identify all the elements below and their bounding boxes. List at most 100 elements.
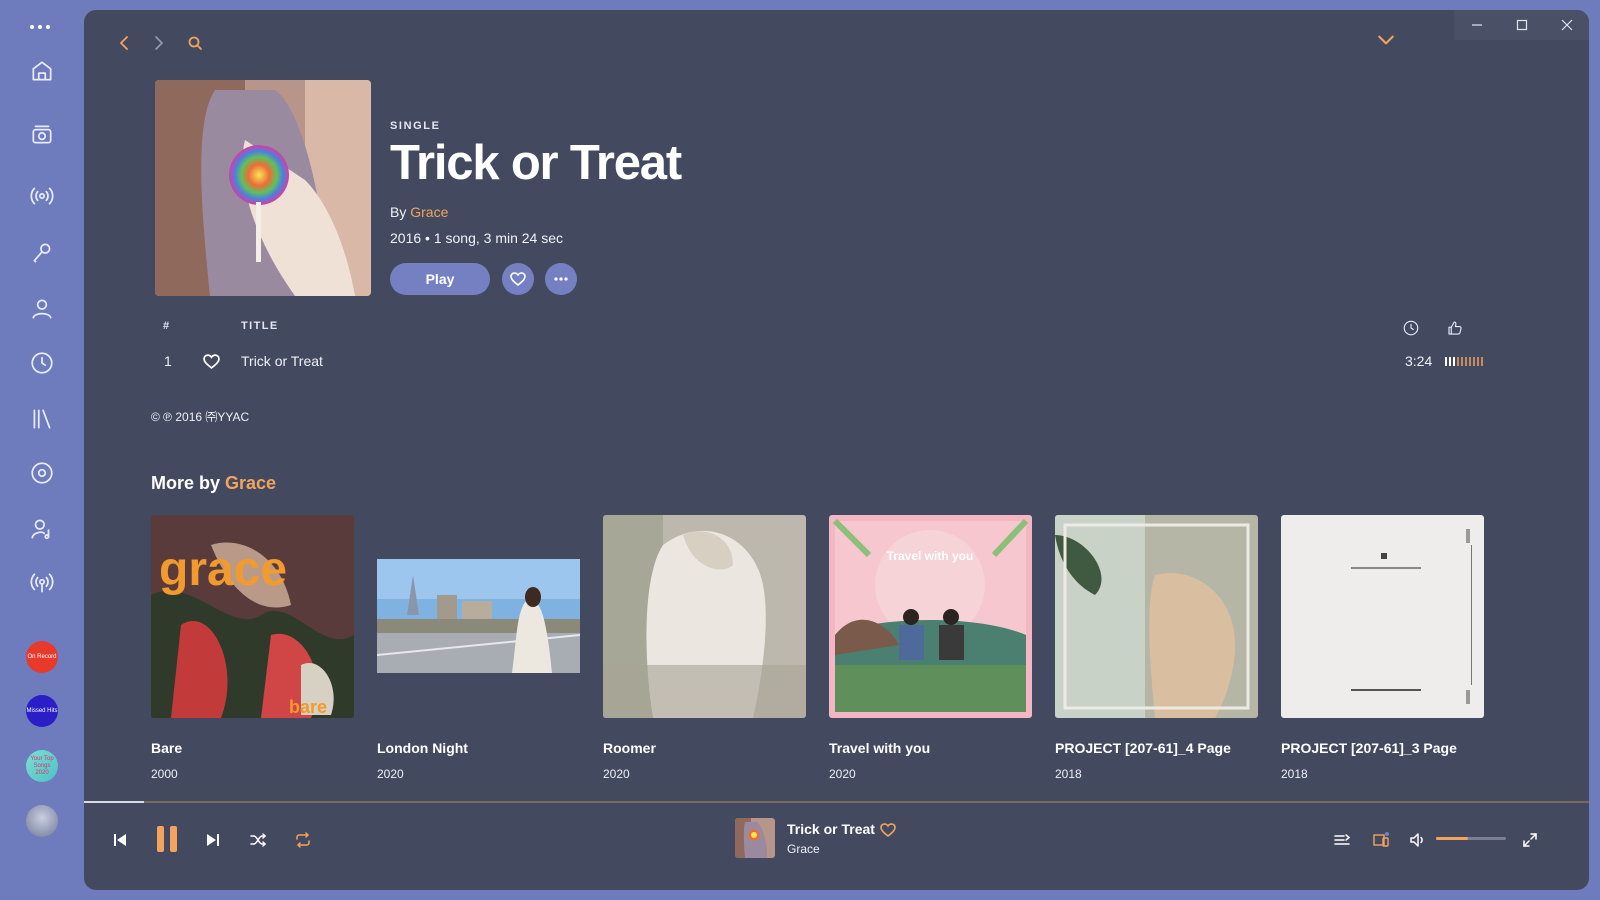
main-window: SINGLE Trick or Treat By Grace 2016 • 1 … [84, 10, 1589, 890]
album-art [377, 515, 580, 718]
header-title: TITLE [241, 320, 279, 332]
library-icon[interactable] [26, 403, 58, 435]
playlist-label: Missed Hits [26, 707, 58, 714]
now-playing-cover[interactable] [735, 818, 775, 858]
album-type: SINGLE [390, 120, 441, 132]
heart-icon [510, 272, 526, 287]
search-icon[interactable] [184, 32, 206, 54]
popularity-bar [1477, 357, 1479, 366]
sidebar-rail: On Record Missed Hits Your Top Songs 202… [0, 0, 84, 900]
popularity-bar [1469, 357, 1471, 366]
playlist-misc[interactable] [26, 805, 58, 837]
next-track-icon[interactable] [197, 824, 229, 856]
more-prefix: More by [151, 473, 221, 493]
chevron-down-icon[interactable] [1374, 28, 1398, 52]
now-playing-title[interactable]: Trick or Treat [787, 821, 875, 837]
now-playing-artist[interactable]: Grace [787, 842, 820, 856]
album-card[interactable]: Roomer 2020 [603, 515, 806, 781]
radio-icon[interactable] [26, 118, 58, 150]
track-title[interactable]: Trick or Treat [241, 353, 323, 369]
progress-elapsed [84, 801, 145, 803]
volume-slider[interactable] [1436, 837, 1506, 840]
more-artist-link[interactable]: Grace [225, 473, 276, 493]
card-year: 2020 [603, 767, 630, 781]
minimize-icon[interactable] [1454, 10, 1499, 40]
track-number: 1 [164, 353, 172, 369]
pause-button[interactable] [152, 818, 182, 860]
queue-icon[interactable] [1326, 824, 1358, 856]
forward-arrow-icon[interactable] [147, 32, 169, 54]
album-meta: SINGLE Trick or Treat By Grace 2016 • 1 … [390, 120, 682, 246]
popularity-bar [1481, 357, 1483, 366]
more-by-heading: More by Grace [151, 473, 276, 494]
microphone-icon[interactable] [26, 237, 58, 269]
popularity-bar [1453, 357, 1455, 366]
popularity-bar [1457, 357, 1459, 366]
heart-icon[interactable] [203, 353, 221, 371]
playlist-on-record[interactable]: On Record [26, 641, 58, 673]
broadcast-icon[interactable] [26, 180, 58, 212]
album-byline: By Grace [390, 204, 681, 220]
repeat-icon[interactable] [287, 824, 319, 856]
clock-icon [1401, 318, 1421, 338]
play-button[interactable]: Play [390, 263, 490, 295]
close-icon[interactable] [1544, 10, 1589, 40]
card-title[interactable]: PROJECT [207-61]_3 Page [1281, 740, 1484, 756]
more-options-button[interactable] [545, 263, 577, 295]
favorite-button[interactable] [502, 263, 534, 295]
popularity-bar [1449, 357, 1451, 366]
heart-icon[interactable] [880, 822, 898, 840]
home-icon[interactable] [26, 55, 58, 87]
playlist-label: On Record [27, 653, 57, 660]
back-arrow-icon[interactable] [114, 32, 136, 54]
card-year: 2000 [151, 767, 178, 781]
track-row[interactable]: 1 Trick or Treat 3:24 [155, 351, 1485, 373]
volume-icon[interactable] [1402, 824, 1434, 856]
page-title: Trick or Treat [390, 136, 682, 190]
card-year: 2018 [1055, 767, 1082, 781]
popularity-bar [1473, 357, 1475, 366]
disc-icon[interactable] [26, 457, 58, 489]
clock-icon[interactable] [26, 347, 58, 379]
user-music-icon[interactable] [26, 513, 58, 545]
svg-text:grace: grace [159, 543, 287, 596]
devices-icon[interactable] [1365, 824, 1397, 856]
album-card[interactable]: Travel with you Travel with you 2020 [829, 515, 1032, 781]
card-title[interactable]: Roomer [603, 740, 806, 756]
popularity-bar [1461, 357, 1463, 366]
track-duration: 3:24 [1405, 353, 1433, 369]
user-icon[interactable] [26, 293, 58, 325]
playlist-top-songs[interactable]: Your Top Songs 2020 [26, 750, 58, 782]
artist-link[interactable]: Grace [410, 204, 448, 220]
volume-level [1436, 837, 1468, 840]
previous-track-icon[interactable] [104, 824, 136, 856]
album-art [1055, 515, 1258, 718]
playback-progress[interactable] [84, 801, 1589, 803]
card-title[interactable]: Travel with you [829, 740, 1032, 756]
shuffle-icon[interactable] [242, 824, 274, 856]
album-card[interactable]: London Night 2020 [377, 515, 580, 781]
copyright-text: © ℗ 2016 ㈜YYAC [151, 410, 250, 424]
popularity-bar [1465, 357, 1467, 366]
card-title[interactable]: Bare [151, 740, 354, 756]
album-card[interactable]: grace bare Bare 2000 [151, 515, 354, 781]
window-controls [1454, 10, 1589, 40]
thumbs-up-icon [1445, 318, 1465, 338]
podcast-icon[interactable] [26, 567, 58, 599]
card-title[interactable]: London Night [377, 740, 580, 756]
album-card[interactable]: PROJECT [207-61]_3 Page 2018 [1281, 515, 1484, 781]
tracklist-header: # TITLE [155, 318, 1485, 338]
svg-text:bare: bare [289, 697, 327, 717]
album-card[interactable]: PROJECT [207-61]_4 Page 2018 [1055, 515, 1258, 781]
by-prefix: By [390, 204, 407, 220]
popularity-bar [1445, 357, 1447, 366]
album-info: 2016 • 1 song, 3 min 24 sec [390, 230, 564, 246]
playlist-label: Your Top Songs 2020 [30, 755, 54, 776]
more-dots-icon[interactable] [22, 14, 58, 40]
card-title[interactable]: PROJECT [207-61]_4 Page [1055, 740, 1258, 756]
fullscreen-icon[interactable] [1514, 824, 1546, 856]
more-dots-icon [554, 277, 568, 281]
album-art: Travel with you [829, 515, 1032, 718]
playlist-missed-hits[interactable]: Missed Hits [26, 695, 58, 727]
maximize-icon[interactable] [1499, 10, 1544, 40]
